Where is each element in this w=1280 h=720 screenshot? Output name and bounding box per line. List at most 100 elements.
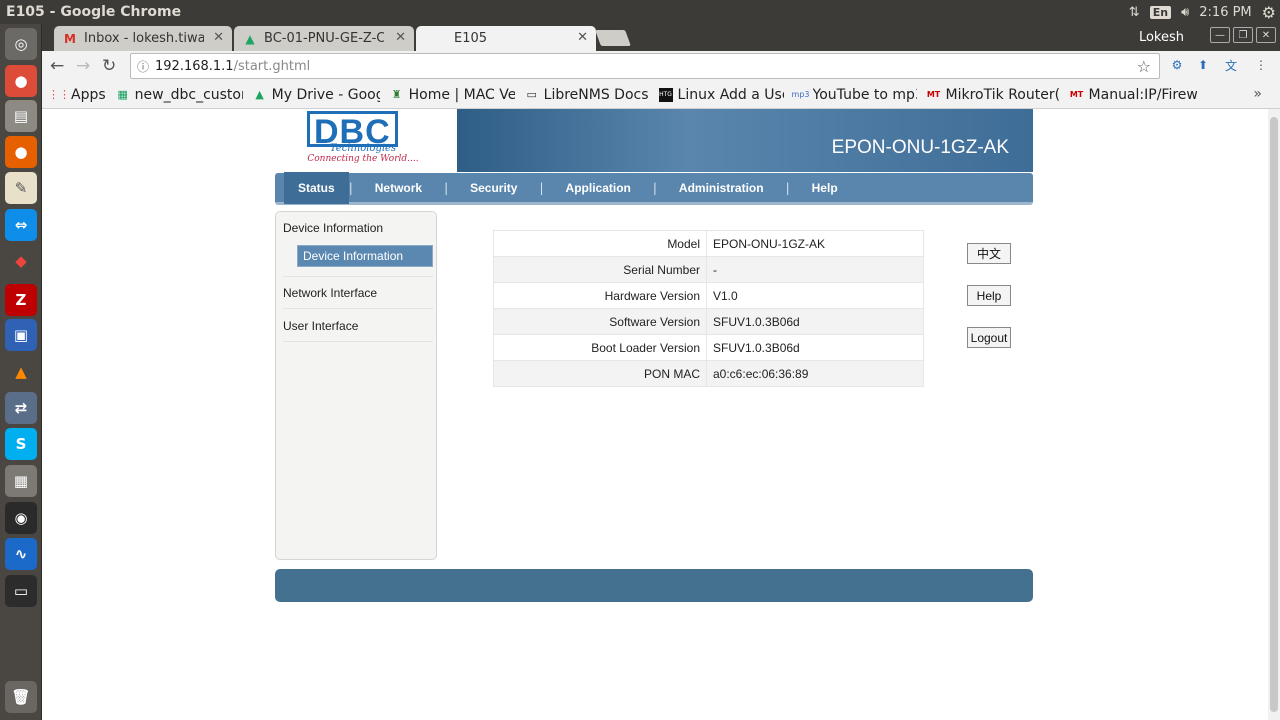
menu-status[interactable]: Status	[284, 171, 349, 204]
sidebar-item-device-information[interactable]: Device Information	[283, 221, 383, 235]
bookmark-item[interactable]: MT MikroTik Router(	[927, 87, 1060, 103]
page-info-icon[interactable]: ⓘ	[137, 58, 149, 75]
terminal-icon[interactable]: ▭	[5, 575, 37, 607]
teamviewer-icon[interactable]: ⇔	[5, 209, 37, 241]
mp3-icon: mp3	[791, 90, 810, 99]
header-banner: EPON-ONU-1GZ-AK	[457, 109, 1033, 172]
reload-icon[interactable]: ↻	[102, 56, 116, 76]
wireshark-icon[interactable]: ∿	[5, 538, 37, 570]
bookmarks-overflow-icon[interactable]: »	[1253, 86, 1262, 102]
tab-strip: M Inbox - lokesh.tiwa ✕ ▲ BC-01-PNU-GE-Z…	[42, 24, 1280, 51]
close-tab-icon[interactable]: ✕	[395, 30, 406, 45]
profile-button[interactable]: Lokesh	[1133, 26, 1190, 49]
sidebar-subitem-device-information[interactable]: Device Information	[297, 245, 433, 267]
bookmarks-bar: ⋮⋮Apps ▦new_dbc_custon ▲My Drive - Googl…	[42, 81, 1280, 109]
menu-application[interactable]: Application	[544, 172, 653, 204]
dash-icon[interactable]: ◎	[5, 28, 37, 60]
sidebar-item-network-interface[interactable]: Network Interface	[283, 286, 377, 300]
language-button[interactable]: 中文	[967, 243, 1011, 264]
page-viewport: DBC Technologies Connecting the World...…	[42, 109, 1280, 720]
dbc-logo: DBC Technologies Connecting the World...…	[307, 111, 419, 164]
obs-icon[interactable]: ◉	[5, 502, 37, 534]
address-bar[interactable]: ⓘ 192.168.1.1/start.ghtml ☆	[130, 53, 1160, 79]
main-menu: Status | Network | Security | Applicatio…	[275, 171, 1033, 205]
anydesk-icon[interactable]: ◆	[5, 245, 37, 277]
menu-administration[interactable]: Administration	[657, 172, 786, 204]
settings-gear-icon[interactable]: ⚙	[1262, 3, 1276, 22]
bookmark-item[interactable]: MT Manual:IP/Firewa	[1070, 87, 1197, 103]
clock[interactable]: 2:16 PM	[1199, 5, 1251, 20]
extension-icon[interactable]: ⬆	[1194, 56, 1212, 74]
network-icon[interactable]: ⇅	[1129, 5, 1140, 20]
docs-icon: ▭	[526, 88, 537, 101]
skype-icon[interactable]: S	[5, 428, 37, 460]
bookmark-item[interactable]: HTGLinux Add a User	[658, 87, 784, 103]
drive-icon: ▲	[245, 31, 255, 46]
tab-gmail[interactable]: M Inbox - lokesh.tiwa ✕	[54, 26, 232, 51]
url-host: 192.168.1.1	[155, 58, 234, 74]
os-top-bar: E105 - Google Chrome ⇅ En 🔊︎ 2:16 PM ⚙	[0, 0, 1280, 24]
device-title: EPON-ONU-1GZ-AK	[831, 137, 1009, 158]
sidebar-item-user-interface[interactable]: User Interface	[283, 319, 358, 333]
files-icon[interactable]: ▤	[5, 100, 37, 132]
chrome-icon[interactable]: ●	[5, 65, 37, 97]
extension-icon[interactable]: ⚙	[1168, 56, 1186, 74]
new-tab-button[interactable]	[595, 30, 631, 46]
trash-icon[interactable]: 🗑︎	[5, 681, 37, 713]
bookmark-item[interactable]: ▭ LibreNMS Docs	[525, 87, 648, 103]
footer-bar	[275, 569, 1033, 602]
close-window-button[interactable]: ✕	[1256, 27, 1276, 43]
bookmark-item[interactable]: ▲My Drive - Google	[253, 87, 379, 103]
filezilla-icon[interactable]: Z	[5, 284, 37, 316]
text-editor-icon[interactable]: ✎	[5, 172, 37, 204]
browser-window: M Inbox - lokesh.tiwa ✕ ▲ BC-01-PNU-GE-Z…	[42, 24, 1280, 720]
window-title: E105 - Google Chrome	[6, 4, 182, 20]
forward-arrow-icon[interactable]: →	[76, 56, 90, 76]
apps-icon: ⋮⋮	[48, 88, 70, 101]
bookmark-item[interactable]: ♜Home | MAC Venc	[390, 87, 515, 103]
info-value: a0:c6:ec:06:36:89	[706, 360, 924, 387]
bookmark-item[interactable]: ▦ new_dbc_custon	[116, 87, 242, 103]
virtualbox-icon[interactable]: ▣	[5, 319, 37, 351]
menu-help[interactable]: Help	[790, 172, 860, 204]
menu-security[interactable]: Security	[448, 172, 539, 204]
sheets-icon: ▦	[117, 88, 128, 101]
table-row: Serial Number -	[493, 256, 924, 283]
vertical-scrollbar[interactable]	[1268, 109, 1280, 720]
browser-toolbar: ← → ↻ ⓘ 192.168.1.1/start.ghtml ☆ ⚙ ⬆ 文 …	[42, 51, 1280, 81]
gmail-icon: M	[64, 31, 76, 46]
bookmark-star-icon[interactable]: ☆	[1137, 57, 1151, 76]
translate-icon[interactable]: 文	[1222, 56, 1240, 74]
firefox-icon[interactable]: ●	[5, 136, 37, 168]
info-label: Hardware Version	[493, 282, 707, 309]
info-value: -	[706, 256, 924, 283]
keyboard-layout-indicator[interactable]: En	[1149, 5, 1172, 19]
help-button[interactable]: Help	[967, 285, 1011, 306]
logout-button[interactable]: Logout	[967, 327, 1011, 348]
tab-e105[interactable]: E105 ✕	[416, 26, 596, 51]
back-arrow-icon[interactable]: ←	[50, 56, 64, 76]
device-info-table: Model EPON-ONU-1GZ-AK Serial Number - Hard…	[493, 230, 924, 387]
volume-icon[interactable]: 🔊︎	[1181, 5, 1189, 20]
info-label: PON MAC	[493, 360, 707, 387]
scrollbar-thumb[interactable]	[1270, 117, 1278, 712]
table-row: Software Version SFUV1.0.3B06d	[493, 308, 924, 335]
bookmark-item[interactable]: mp3 YouTube to mp3	[791, 87, 917, 103]
url-path: /start.ghtml	[233, 58, 311, 74]
menu-network[interactable]: Network	[353, 172, 444, 204]
info-value: SFUV1.0.3B06d	[706, 308, 924, 335]
router-header: DBC Technologies Connecting the World...…	[275, 109, 1033, 172]
network-tool-icon[interactable]: ⇄	[5, 392, 37, 424]
calculator-icon[interactable]: ▦	[5, 465, 37, 497]
close-tab-icon[interactable]: ✕	[577, 30, 588, 45]
restore-button[interactable]: ❐	[1233, 27, 1253, 43]
close-tab-icon[interactable]: ✕	[213, 30, 224, 45]
htg-icon: HTG	[658, 87, 673, 102]
info-value: SFUV1.0.3B06d	[706, 334, 924, 361]
tab-drive[interactable]: ▲ BC-01-PNU-GE-Z-C_ ✕	[234, 26, 414, 51]
bookmark-item[interactable]: ⋮⋮ Apps	[48, 87, 106, 103]
chrome-menu-icon[interactable]: ⋮	[1252, 56, 1270, 74]
vlc-icon[interactable]: ▲	[5, 356, 37, 388]
minimize-button[interactable]: —	[1210, 27, 1230, 43]
tab-label: BC-01-PNU-GE-Z-C_	[264, 31, 384, 46]
